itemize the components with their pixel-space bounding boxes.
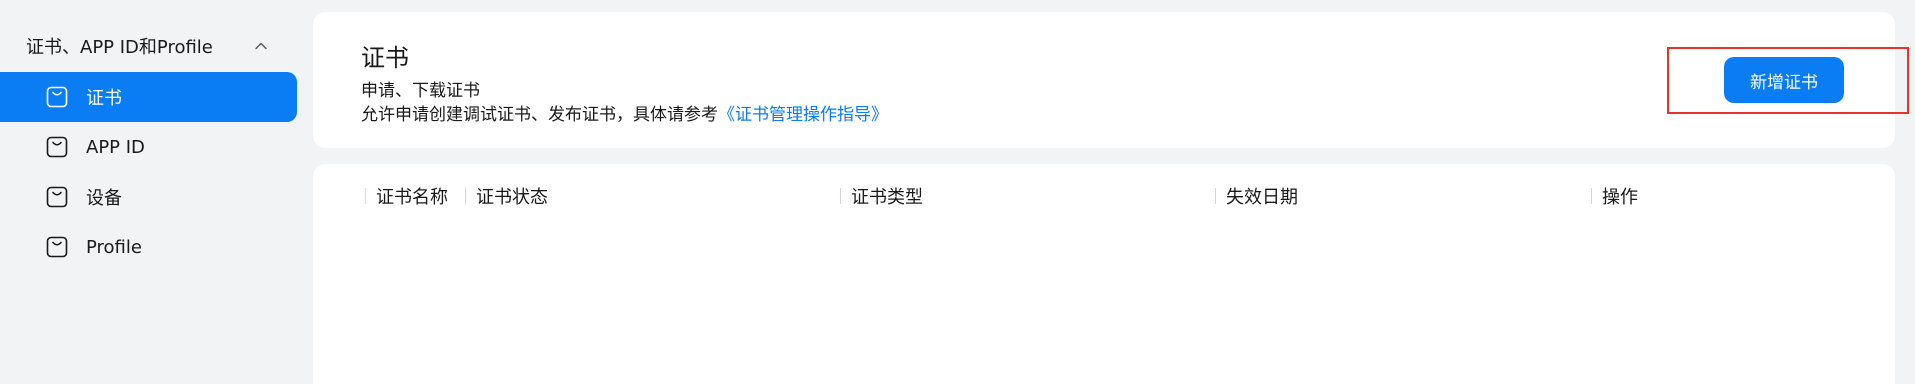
column-header-name: 证书名称 (365, 182, 448, 210)
sidebar-item-app-id[interactable]: APP ID (0, 122, 297, 172)
sidebar-group-label: 证书、APP ID和Profile (26, 37, 213, 58)
column-divider (840, 188, 841, 204)
bag-icon (46, 236, 68, 258)
header-card: 证书 申请、下载证书 允许申请创建调试证书、发布证书，具体请参考《证书管理操作指… (313, 12, 1909, 148)
sidebar-item-certificate[interactable]: 证书 (0, 72, 297, 122)
page-description: 允许申请创建调试证书、发布证书，具体请参考《证书管理操作指导》 (361, 100, 888, 125)
column-header-actions: 操作 (1591, 182, 1638, 210)
column-header-label: 证书名称 (376, 187, 448, 208)
sidebar-item-label: 证书 (86, 88, 122, 109)
column-header-label: 操作 (1602, 187, 1638, 208)
sidebar-item-label: 设备 (86, 188, 122, 209)
sidebar-item-devices[interactable]: 设备 (0, 172, 297, 222)
bag-icon (46, 186, 68, 208)
column-header-label: 证书类型 (851, 187, 923, 208)
sidebar-item-label: APP ID (86, 136, 145, 158)
sidebar-item-profile[interactable]: Profile (0, 222, 297, 272)
column-divider (465, 188, 466, 204)
bag-icon (46, 86, 68, 108)
chevron-up-icon[interactable] (254, 39, 268, 53)
table-header: 证书名称 证书状态 证书类型 失效日期 操作 (313, 182, 1895, 210)
sidebar-group-header[interactable]: 证书、APP ID和Profile (0, 28, 297, 64)
page-subtitle: 申请、下载证书 (361, 81, 480, 101)
column-divider (1591, 188, 1592, 204)
description-text: 允许申请创建调试证书、发布证书，具体请参考 (361, 105, 718, 125)
column-header-expiry: 失效日期 (1215, 182, 1298, 210)
page-title: 证书 (361, 44, 409, 72)
guide-link[interactable]: 《证书管理操作指导》 (718, 105, 888, 125)
certificate-table: 证书名称 证书状态 证书类型 失效日期 操作 (313, 164, 1895, 384)
sidebar-item-label: Profile (86, 236, 142, 258)
column-divider (365, 188, 366, 204)
add-certificate-button[interactable]: 新增证书 (1724, 57, 1844, 103)
column-header-label: 证书状态 (476, 187, 548, 208)
column-divider (1215, 188, 1216, 204)
column-header-label: 失效日期 (1226, 187, 1298, 208)
column-header-status: 证书状态 (465, 182, 548, 210)
column-header-type: 证书类型 (840, 182, 923, 210)
bag-icon (46, 136, 68, 158)
sidebar: 证书、APP ID和Profile 证书 APP ID 设备 Profile (0, 0, 297, 370)
